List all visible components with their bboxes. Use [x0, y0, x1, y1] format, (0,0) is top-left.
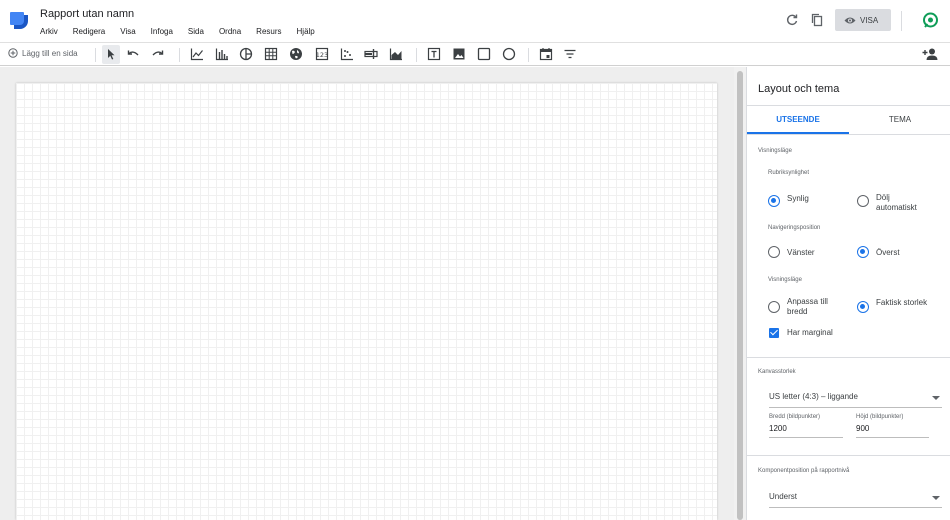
panel-title: Layout och tema [758, 83, 840, 95]
globe-icon[interactable] [289, 47, 303, 61]
scatter-chart-icon[interactable] [340, 47, 354, 61]
header-divider [901, 11, 902, 31]
component-position-section-label: Komponentposition på rapportnivå [758, 468, 850, 474]
radio-fit-width[interactable] [768, 301, 780, 313]
width-input[interactable]: 1200 [769, 424, 843, 438]
margin-checkbox[interactable] [769, 328, 779, 338]
menu-hjalp[interactable]: Hjälp [297, 27, 315, 36]
view-button[interactable]: VISA [835, 9, 891, 31]
bar-chart-icon[interactable] [215, 47, 229, 61]
menu-redigera[interactable]: Redigera [73, 27, 105, 36]
component-position-select[interactable]: Underst [769, 492, 942, 508]
add-person-icon[interactable] [922, 46, 938, 62]
height-field-label: Höjd (bildpunkter) [856, 414, 904, 420]
report-title[interactable]: Rapport utan namn [40, 8, 134, 20]
canvas-size-select[interactable]: US letter (4:3) – liggande [769, 392, 942, 408]
radio-auto-hide[interactable] [857, 195, 869, 207]
radio-actual-size[interactable] [857, 301, 869, 313]
undo-icon[interactable] [126, 47, 140, 61]
date-range-icon[interactable] [539, 47, 553, 61]
copy-icon[interactable] [810, 13, 824, 27]
report-canvas[interactable] [16, 83, 717, 520]
nav-position-label: Navigeringsposition [768, 225, 821, 231]
height-input[interactable]: 900 [856, 424, 929, 438]
pie-chart-icon[interactable] [239, 47, 253, 61]
cursor-icon[interactable] [104, 47, 118, 61]
tab-theme[interactable]: TEMA [849, 105, 950, 134]
radio-visible-label: Synlig [787, 194, 809, 203]
layout-theme-panel: Layout och tema UTSEENDE TEMA Visningslä… [746, 67, 950, 520]
scrollbar-thumb[interactable] [737, 71, 743, 520]
radio-left-label: Vänster [787, 248, 815, 257]
vertical-scrollbar[interactable] [734, 67, 746, 520]
eye-icon [844, 17, 856, 23]
toolbar: Lägg till en sida 123 [0, 42, 950, 66]
rectangle-icon[interactable] [477, 47, 491, 61]
account-icon[interactable] [922, 12, 939, 29]
radio-top-label: Överst [876, 248, 900, 257]
view-button-label: VISA [860, 15, 879, 25]
scorecard-icon[interactable]: 123 [315, 47, 329, 61]
component-position-value: Underst [769, 492, 798, 501]
app-header: Rapport utan namn Arkiv Redigera Visa In… [0, 0, 950, 42]
canvas-size-value: US letter (4:3) – liggande [769, 392, 858, 401]
panel-divider [747, 134, 950, 135]
redo-icon[interactable] [151, 47, 165, 61]
circle-icon[interactable] [502, 47, 516, 61]
toolbar-separator [95, 48, 96, 62]
canvas-size-section-label: Kanvasstorlek [758, 369, 796, 375]
area-chart-icon[interactable] [389, 47, 403, 61]
panel-divider [747, 455, 950, 456]
radio-fit-width-label: Anpassa till bredd [787, 297, 828, 316]
menu-sida[interactable]: Sida [188, 27, 204, 36]
menu-arkiv[interactable]: Arkiv [40, 27, 58, 36]
tab-appearance[interactable]: UTSEENDE [747, 105, 849, 134]
add-circle-icon [8, 48, 18, 58]
radio-auto-hide-label: Dölj automatiskt [876, 193, 917, 212]
radio-left[interactable] [768, 246, 780, 258]
menu-ordna[interactable]: Ordna [219, 27, 241, 36]
svg-text:123: 123 [316, 51, 328, 59]
add-page-button[interactable]: Lägg till en sida [8, 48, 78, 58]
toolbar-separator [416, 48, 417, 62]
image-icon[interactable] [452, 47, 466, 61]
menu-infoga[interactable]: Infoga [151, 27, 173, 36]
data-studio-logo-icon[interactable] [10, 12, 28, 29]
add-page-label: Lägg till en sida [22, 48, 78, 58]
table-icon[interactable] [264, 47, 278, 61]
canvas-area [0, 67, 734, 520]
width-field-label: Bredd (bildpunkter) [769, 414, 821, 420]
menu-visa[interactable]: Visa [120, 27, 135, 36]
margin-checkbox-label: Har marginal [787, 328, 833, 337]
menu-bar: Arkiv Redigera Visa Infoga Sida Ordna Re… [40, 27, 330, 36]
toolbar-separator [179, 48, 180, 62]
time-series-chart-icon[interactable] [190, 47, 204, 61]
radio-top[interactable] [857, 246, 869, 258]
radio-visible[interactable] [768, 195, 780, 207]
text-box-icon[interactable] [427, 47, 441, 61]
bullet-chart-icon[interactable] [364, 47, 378, 61]
view-mode-section-label: Visningsläge [758, 148, 792, 154]
dropdown-arrow-icon [932, 496, 940, 500]
header-visibility-label: Rubriksynlighet [768, 170, 810, 176]
refresh-icon[interactable] [785, 13, 799, 27]
panel-divider [747, 357, 950, 358]
filter-control-icon[interactable] [563, 47, 577, 61]
dropdown-arrow-icon [932, 396, 940, 400]
toolbar-separator [528, 48, 529, 62]
display-mode-label: Visningsläge [768, 277, 802, 283]
radio-actual-size-label: Faktisk storlek [876, 298, 928, 307]
menu-resurs[interactable]: Resurs [256, 27, 281, 36]
